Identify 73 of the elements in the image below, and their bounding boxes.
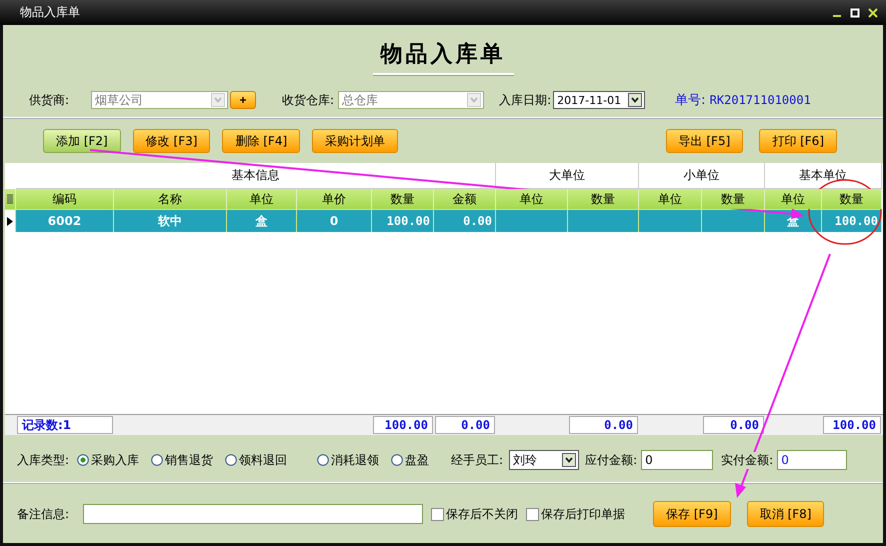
table-cell: 软中 xyxy=(158,212,182,230)
radio-button[interactable] xyxy=(77,454,90,466)
column-header[interactable]: 单位 xyxy=(227,189,297,209)
paid-amount-field[interactable]: 0 xyxy=(777,450,848,470)
column-header[interactable]: 数量 xyxy=(372,189,434,209)
total-cell: 0.00 xyxy=(703,416,764,434)
column-header[interactable]: 编码 xyxy=(16,189,114,209)
field-label: 备注信息: xyxy=(17,506,70,522)
table-cell: 0.00 xyxy=(463,214,492,228)
total-cell: 0.00 xyxy=(569,416,638,434)
payable-amount-field[interactable]: 0 xyxy=(641,450,714,470)
group-header: 大单位 xyxy=(549,167,585,184)
radio-label[interactable]: 领料退回 xyxy=(239,452,288,468)
group-header: 小单位 xyxy=(684,167,720,184)
field-label: 入库类型: xyxy=(17,452,70,468)
add-supplier-button[interactable]: + xyxy=(230,91,256,109)
table-cell: 0 xyxy=(330,214,338,228)
toolbar-button[interactable]: 导出 [F5] xyxy=(666,129,744,153)
radio-label[interactable]: 消耗退领 xyxy=(331,452,380,468)
column-header[interactable]: 单位 xyxy=(765,189,822,209)
total-cell: 100.00 xyxy=(373,416,433,434)
radio-button[interactable] xyxy=(225,454,238,466)
table-cell: 6002 xyxy=(48,214,82,228)
column-header[interactable]: 单价 xyxy=(297,189,372,209)
radio-label[interactable]: 采购入库 xyxy=(91,452,140,468)
radio-button[interactable] xyxy=(317,454,330,466)
warehouse-dropdown[interactable]: 总仓库 xyxy=(338,91,484,109)
field-label: 经手员工: xyxy=(451,452,504,468)
form-heading: 物品入库单 xyxy=(372,39,514,75)
field-label: 入库日期: xyxy=(499,92,552,108)
radio-label[interactable]: 销售退货 xyxy=(165,452,214,468)
radio-button[interactable] xyxy=(391,454,404,466)
checkbox[interactable] xyxy=(431,508,444,520)
table-cell: 100.00 xyxy=(834,214,878,228)
toolbar-button[interactable]: 采购计划单 xyxy=(312,129,398,153)
radio-label[interactable]: 盘盈 xyxy=(405,452,430,468)
remarks-field[interactable] xyxy=(83,504,424,524)
column-header[interactable]: 名称 xyxy=(114,189,227,209)
toolbar-button[interactable]: 添加 [F2] xyxy=(43,129,121,153)
checkbox[interactable] xyxy=(526,508,540,520)
field-label: 收货仓库: xyxy=(282,92,334,108)
table-cell: 盒 xyxy=(256,212,268,230)
action-button[interactable]: 保存 [F9] xyxy=(653,501,731,527)
column-header[interactable]: 单位 xyxy=(496,189,568,209)
column-header[interactable]: 数量 xyxy=(568,189,639,209)
toolbar-button[interactable]: 删除 [F4] xyxy=(222,129,300,153)
total-cell: 100.00 xyxy=(823,416,881,434)
field-label: 供货商: xyxy=(29,92,70,108)
column-header[interactable]: 数量 xyxy=(822,189,882,209)
current-row-icon xyxy=(7,216,13,226)
field-label: 应付金额: xyxy=(585,452,638,468)
group-header: 基本信息 xyxy=(232,167,280,184)
window-title: 物品入库单 xyxy=(20,4,80,21)
row-selector-icon xyxy=(7,194,13,204)
radio-button[interactable] xyxy=(151,454,164,466)
field-label: 实付金额: xyxy=(721,452,774,468)
supplier-dropdown[interactable]: 烟草公司 xyxy=(91,91,228,109)
column-header[interactable]: 金额 xyxy=(434,189,496,209)
checkbox-label[interactable]: 保存后打印单据 xyxy=(541,506,626,522)
checkbox-label[interactable]: 保存后不关闭 xyxy=(446,506,518,522)
action-button[interactable]: 取消 [F8] xyxy=(746,501,824,527)
record-count: 记录数:1 xyxy=(17,416,113,434)
order-number: 单号: RK201711010001 xyxy=(675,92,811,109)
column-header[interactable]: 单位 xyxy=(639,189,702,209)
total-cell: 0.00 xyxy=(435,416,495,434)
employee-dropdown[interactable]: 刘玲 xyxy=(509,450,580,470)
toolbar-button[interactable]: 修改 [F3] xyxy=(132,129,210,153)
toolbar-button[interactable]: 打印 [F6] xyxy=(759,129,837,153)
close-icon[interactable] xyxy=(868,8,878,18)
date-picker[interactable]: 2017-11-01 xyxy=(553,91,646,109)
column-header[interactable]: 数量 xyxy=(702,189,765,209)
maximize-icon[interactable] xyxy=(850,8,860,18)
table-cell: 100.00 xyxy=(386,214,430,228)
